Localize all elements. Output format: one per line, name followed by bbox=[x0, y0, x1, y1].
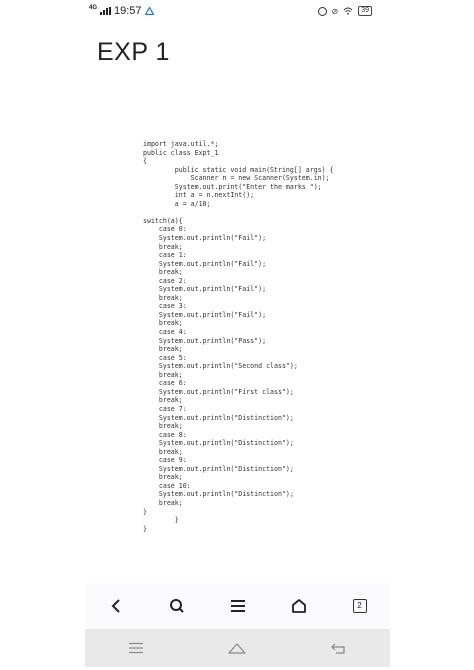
code-line: System.out.println("Fail"); bbox=[143, 285, 267, 294]
code-line: System.out.println("Fail"); bbox=[143, 234, 267, 243]
code-line: } bbox=[143, 516, 179, 525]
code-line: Scanner n = new Scanner(System.in); bbox=[143, 174, 330, 183]
clock-time: 19:57 bbox=[114, 5, 142, 17]
code-line: case 0: bbox=[143, 225, 187, 234]
code-line: break; bbox=[143, 422, 183, 431]
code-line: break; bbox=[143, 242, 183, 251]
code-line: break; bbox=[143, 319, 183, 328]
mute-icon: ⊘ bbox=[331, 6, 339, 16]
wifi-icon bbox=[343, 7, 353, 15]
menu-icon bbox=[230, 600, 245, 612]
code-line: System.out.println("Distinction"); bbox=[143, 413, 294, 422]
code-line: switch(a){ bbox=[143, 216, 183, 225]
code-line: System.out.print("Enter the marks "); bbox=[143, 182, 322, 191]
code-line: case 1: bbox=[143, 251, 187, 260]
tab-count: 2 bbox=[352, 599, 367, 613]
browser-toolbar: 2 bbox=[85, 583, 390, 629]
code-line: break; bbox=[143, 268, 183, 277]
back-button[interactable] bbox=[96, 586, 136, 626]
signal-icon bbox=[100, 7, 112, 15]
code-line: public static void main(String[] args) { bbox=[143, 165, 334, 174]
system-back-button[interactable] bbox=[319, 632, 359, 664]
code-line: break; bbox=[143, 396, 183, 405]
code-line: break; bbox=[143, 345, 183, 354]
home-icon bbox=[228, 643, 247, 654]
phone-screen: 4G 19:57 ⊘ 39 EXP 1 import java.util.*; p… bbox=[85, 0, 390, 670]
menu-button[interactable] bbox=[218, 586, 258, 626]
code-line: case 3: bbox=[143, 302, 187, 311]
home-button[interactable] bbox=[279, 586, 319, 626]
search-button[interactable] bbox=[157, 586, 197, 626]
alarm-icon bbox=[317, 6, 327, 16]
code-line: System.out.println("Second class"); bbox=[143, 362, 298, 371]
code-line: } bbox=[143, 507, 147, 516]
system-nav-bar bbox=[85, 629, 390, 667]
code-line: break; bbox=[143, 447, 183, 456]
network-type: 4G bbox=[89, 5, 98, 11]
warning-icon bbox=[144, 7, 154, 15]
code-line: System.out.println("Distinction"); bbox=[143, 490, 294, 499]
code-line: case 10: bbox=[143, 481, 191, 490]
home-icon bbox=[291, 599, 306, 613]
code-line: break; bbox=[143, 498, 183, 507]
code-line: break; bbox=[143, 370, 183, 379]
code-line: case 9: bbox=[143, 456, 187, 465]
code-line: System.out.println("Pass"); bbox=[143, 336, 267, 345]
code-block: import java.util.*; public class Expt_1{ … bbox=[143, 140, 334, 533]
code-line: case 5: bbox=[143, 353, 187, 362]
back-icon bbox=[111, 599, 120, 613]
code-line: System.out.println("First class"); bbox=[143, 387, 294, 396]
status-left: 4G 19:57 bbox=[89, 5, 154, 17]
code-line: int a = n.nextInt(); bbox=[143, 191, 255, 200]
code-line: { bbox=[143, 157, 147, 166]
code-line: case 7: bbox=[143, 404, 187, 413]
back-icon bbox=[331, 643, 345, 654]
battery-icon: 39 bbox=[358, 6, 372, 16]
code-line: System.out.println("Fail"); bbox=[143, 259, 267, 268]
code-line: case 4: bbox=[143, 328, 187, 337]
code-line: a = a/10; bbox=[143, 199, 211, 208]
code-line: System.out.println("Fail"); bbox=[143, 310, 267, 319]
status-bar: 4G 19:57 ⊘ 39 bbox=[85, 0, 390, 24]
code-line: break; bbox=[143, 293, 183, 302]
code-line: case 8: bbox=[143, 430, 187, 439]
status-right: ⊘ 39 bbox=[317, 6, 372, 16]
code-line: System.out.println("Distinction"); bbox=[143, 464, 294, 473]
code-line: System.out.println("Distinction"); bbox=[143, 439, 294, 448]
search-icon bbox=[169, 599, 184, 613]
system-home-button[interactable] bbox=[217, 632, 257, 664]
tabs-button[interactable]: 2 bbox=[340, 586, 380, 626]
recents-menu-icon bbox=[128, 642, 143, 654]
recents-button[interactable] bbox=[116, 632, 156, 664]
code-line: break; bbox=[143, 473, 183, 482]
code-line: public class Expt_1 bbox=[143, 148, 219, 157]
code-line: case 2: bbox=[143, 276, 187, 285]
code-line: import java.util.*; bbox=[143, 140, 219, 148]
code-line: } bbox=[143, 524, 147, 533]
page-title: EXP 1 bbox=[97, 38, 170, 66]
code-line: case 6: bbox=[143, 379, 187, 388]
